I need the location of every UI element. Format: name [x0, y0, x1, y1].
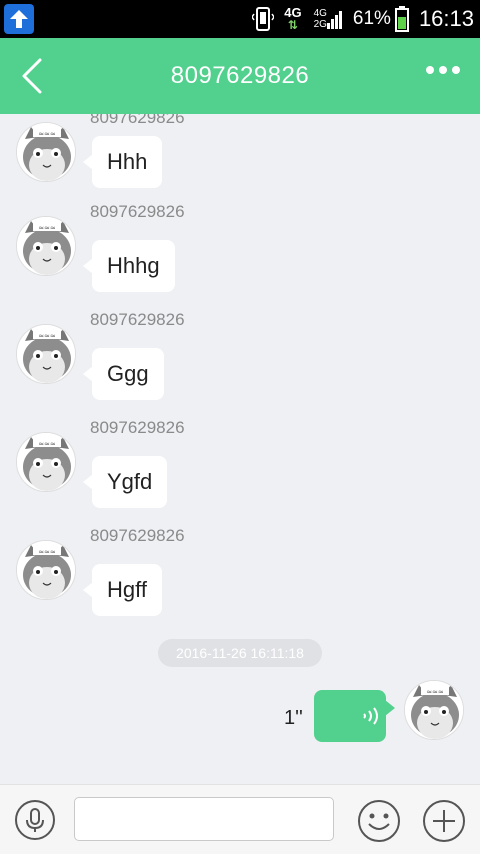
status-bar: 4G ⇅ 4G 2G 61% 16:13	[0, 0, 480, 38]
sender-name: 8097629826	[90, 526, 185, 545]
network-type-label-2: 4G	[313, 8, 327, 19]
my-avatar[interactable]	[404, 680, 464, 740]
network-type-label-3: 2G	[313, 19, 327, 30]
plus-icon[interactable]	[422, 799, 466, 843]
microphone-icon[interactable]	[14, 799, 56, 841]
sender-name: 8097629826	[90, 418, 185, 437]
voice-message-bubble[interactable]	[314, 690, 395, 742]
avatar[interactable]	[16, 122, 76, 182]
emoji-icon[interactable]	[357, 799, 401, 843]
list-item: 8097629826 Ygfd	[0, 418, 480, 540]
voice-wave-icon	[363, 707, 378, 725]
battery-percent: 61%	[352, 8, 391, 29]
list-item: 8097629826 Ggg	[0, 310, 480, 432]
avatar[interactable]	[16, 432, 76, 492]
sender-name: 8097629826	[90, 310, 185, 329]
list-item: 8097629826 Hhh	[0, 114, 480, 230]
chat-title: 8097629826	[170, 62, 310, 89]
message-bubble[interactable]: Ygfd	[82, 456, 168, 508]
sender-name: 8097629826	[90, 114, 185, 127]
message-bubble[interactable]: Hhh	[82, 136, 163, 188]
avatar[interactable]	[16, 216, 76, 276]
chat-header: 8097629826	[0, 38, 480, 114]
message-bubble[interactable]: Hgff	[83, 564, 162, 616]
vibrate-icon	[252, 7, 275, 31]
signal-icon: 4G 2G	[314, 8, 343, 30]
message-list[interactable]: 8097629826 Hhh 8097629826 Hhhg 809762982…	[0, 114, 480, 784]
battery-icon	[394, 6, 409, 32]
network-indicator: 4G ⇅	[284, 5, 302, 32]
more-icon[interactable]	[426, 66, 460, 74]
voice-duration: 1''	[284, 707, 303, 729]
message-bubble[interactable]: Hhhg	[83, 240, 175, 292]
clock: 16:13	[418, 6, 474, 31]
avatar[interactable]	[16, 540, 76, 600]
input-bar	[0, 784, 480, 854]
list-item: 8097629826 Hgff	[0, 526, 480, 648]
message-input[interactable]	[74, 797, 334, 841]
message-bubble[interactable]: Ggg	[83, 348, 164, 400]
timestamp: 2016-11-26 16:11:18	[158, 639, 322, 667]
list-item: 8097629826 Hhhg	[0, 202, 480, 324]
upload-icon	[4, 4, 34, 34]
avatar[interactable]	[16, 324, 76, 384]
sender-name: 8097629826	[90, 202, 185, 221]
